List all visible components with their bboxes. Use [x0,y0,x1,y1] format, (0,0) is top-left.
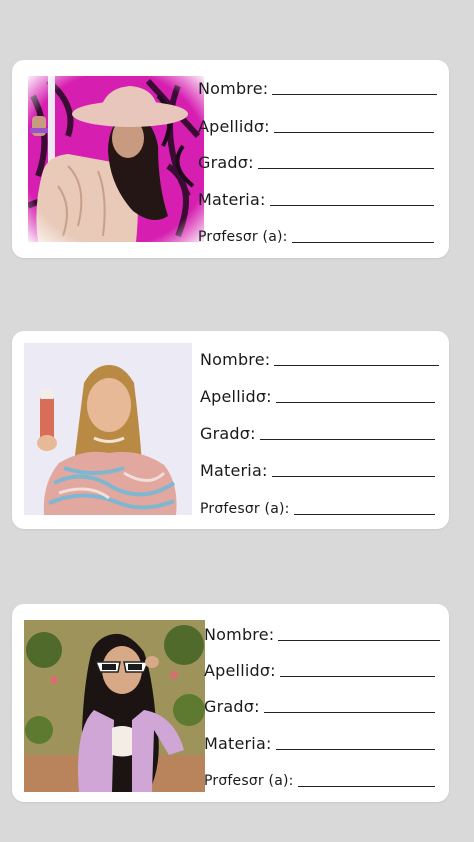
field-label-grado: Gradσ: [200,424,256,443]
field-label-nombre: Nombre: [200,350,271,369]
field-label-apellido: Apellidσ: [198,117,270,136]
write-line[interactable] [271,476,435,477]
write-line[interactable] [257,168,434,169]
field-apellido[interactable]: Apellidσ: [200,382,435,406]
field-materia[interactable]: Materia: [198,185,434,209]
field-nombre[interactable]: Nombre: [200,345,439,369]
write-line[interactable] [275,402,435,403]
field-label-nombre: Nombre: [204,625,275,644]
field-label-nombre: Nombre: [198,79,269,98]
photo-woman-bottle [24,343,192,515]
field-label-grado: Gradσ: [204,697,260,716]
field-apellido[interactable]: Apellidσ: [204,656,435,680]
field-nombre[interactable]: Nombre: [204,620,440,644]
fields-card-2: Nombre: Apellidσ: Gradσ: Materia: Prσfes… [200,343,439,521]
fields-card-1: Nombre: Apellidσ: Gradσ: Materia: Prσfes… [198,72,437,250]
write-line[interactable] [293,514,435,515]
field-label-apellido: Apellidσ: [200,387,272,406]
field-apellido[interactable]: Apellidσ: [198,112,434,136]
field-nombre[interactable]: Nombre: [198,74,437,98]
fields-card-3: Nombre: Apellidσ: Gradσ: Materia: Prσfes… [204,618,440,796]
field-grado[interactable]: Gradσ: [204,692,435,716]
field-materia[interactable]: Materia: [204,729,435,753]
write-line[interactable] [272,94,437,95]
field-grado[interactable]: Gradσ: [198,148,434,172]
field-label-profesor: Prσfesσr (a): [198,229,288,245]
field-label-grado: Gradσ: [198,153,254,172]
field-label-apellido: Apellidσ: [204,661,276,680]
write-line[interactable] [278,640,440,641]
field-label-profesor: Prσfesσr (a): [200,501,290,517]
field-profesor[interactable]: Prσfesσr (a): [200,494,435,518]
label-card-3: Nombre: Apellidσ: Gradσ: Materia: Prσfes… [12,604,449,802]
label-card-2: Nombre: Apellidσ: Gradσ: Materia: Prσfes… [12,331,449,529]
write-line[interactable] [274,365,439,366]
write-line[interactable] [273,132,434,133]
field-label-profesor: Prσfesσr (a): [204,773,294,789]
write-line[interactable] [275,749,435,750]
write-line[interactable] [263,712,435,713]
write-line[interactable] [279,676,435,677]
field-label-materia: Materia: [200,461,268,480]
field-label-materia: Materia: [204,734,272,753]
field-grado[interactable]: Gradσ: [200,419,435,443]
photo-woman-pink-hat [28,76,204,242]
field-label-materia: Materia: [198,190,266,209]
photo-woman-sunglasses [24,620,205,792]
field-profesor[interactable]: Prσfesσr (a): [204,766,435,790]
field-profesor[interactable]: Prσfesσr (a): [198,222,434,246]
write-line[interactable] [297,786,435,787]
write-line[interactable] [269,205,434,206]
write-line[interactable] [291,242,434,243]
label-card-1: Nombre: Apellidσ: Gradσ: Materia: Prσfes… [12,60,449,258]
field-materia[interactable]: Materia: [200,456,435,480]
write-line[interactable] [259,439,435,440]
